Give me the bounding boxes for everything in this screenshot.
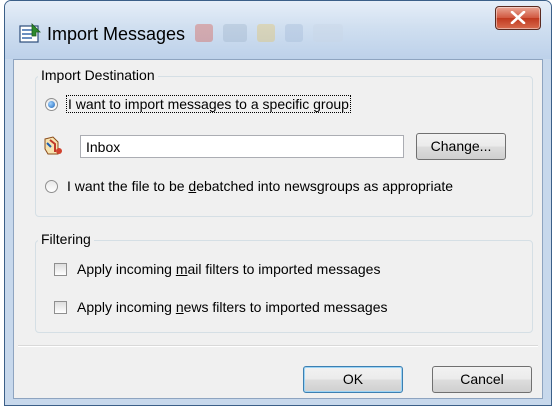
checkbox-mail-filters-box[interactable]: [54, 262, 67, 276]
import-folder-icon: [18, 23, 42, 45]
radio-debatch-indicator[interactable]: [45, 179, 58, 193]
window-title: Import Messages: [47, 24, 186, 44]
radio-specific-group[interactable]: I want to import messages to a specific …: [45, 95, 351, 113]
title-bar: Import Messages: [5, 1, 551, 59]
close-icon: [510, 11, 526, 24]
filtering-group: [35, 240, 533, 333]
checkbox-mail-filters-label[interactable]: Apply incoming mail filters to imported …: [77, 261, 380, 277]
radio-specific-group-indicator[interactable]: [45, 97, 58, 111]
cancel-button[interactable]: Cancel: [432, 366, 532, 393]
checkbox-mail-filters[interactable]: Apply incoming mail filters to imported …: [54, 261, 380, 277]
close-button[interactable]: [495, 6, 541, 30]
radio-debatch[interactable]: I want the file to be debatched into new…: [45, 178, 453, 194]
dialog-client-area: Import Destination I want to import mess…: [13, 59, 543, 399]
radio-specific-group-label[interactable]: I want to import messages to a specific …: [66, 95, 351, 113]
checkbox-news-filters[interactable]: Apply incoming news filters to imported …: [54, 299, 387, 315]
checkbox-news-filters-box[interactable]: [54, 300, 67, 314]
filtering-title: Filtering: [38, 231, 94, 247]
checkbox-news-filters-label[interactable]: Apply incoming news filters to imported …: [77, 299, 387, 315]
change-button[interactable]: Change...: [416, 133, 506, 160]
newsgroup-icon: [42, 135, 64, 157]
import-messages-dialog: Import Messages Import Destination I wan…: [4, 0, 552, 406]
background-toolbar-ghost: [195, 19, 375, 47]
import-destination-title: Import Destination: [38, 67, 158, 83]
button-separator: [18, 345, 538, 347]
radio-debatch-label[interactable]: I want the file to be debatched into new…: [67, 178, 453, 194]
group-name-field[interactable]: Inbox: [80, 135, 404, 158]
ok-button[interactable]: OK: [303, 366, 403, 393]
